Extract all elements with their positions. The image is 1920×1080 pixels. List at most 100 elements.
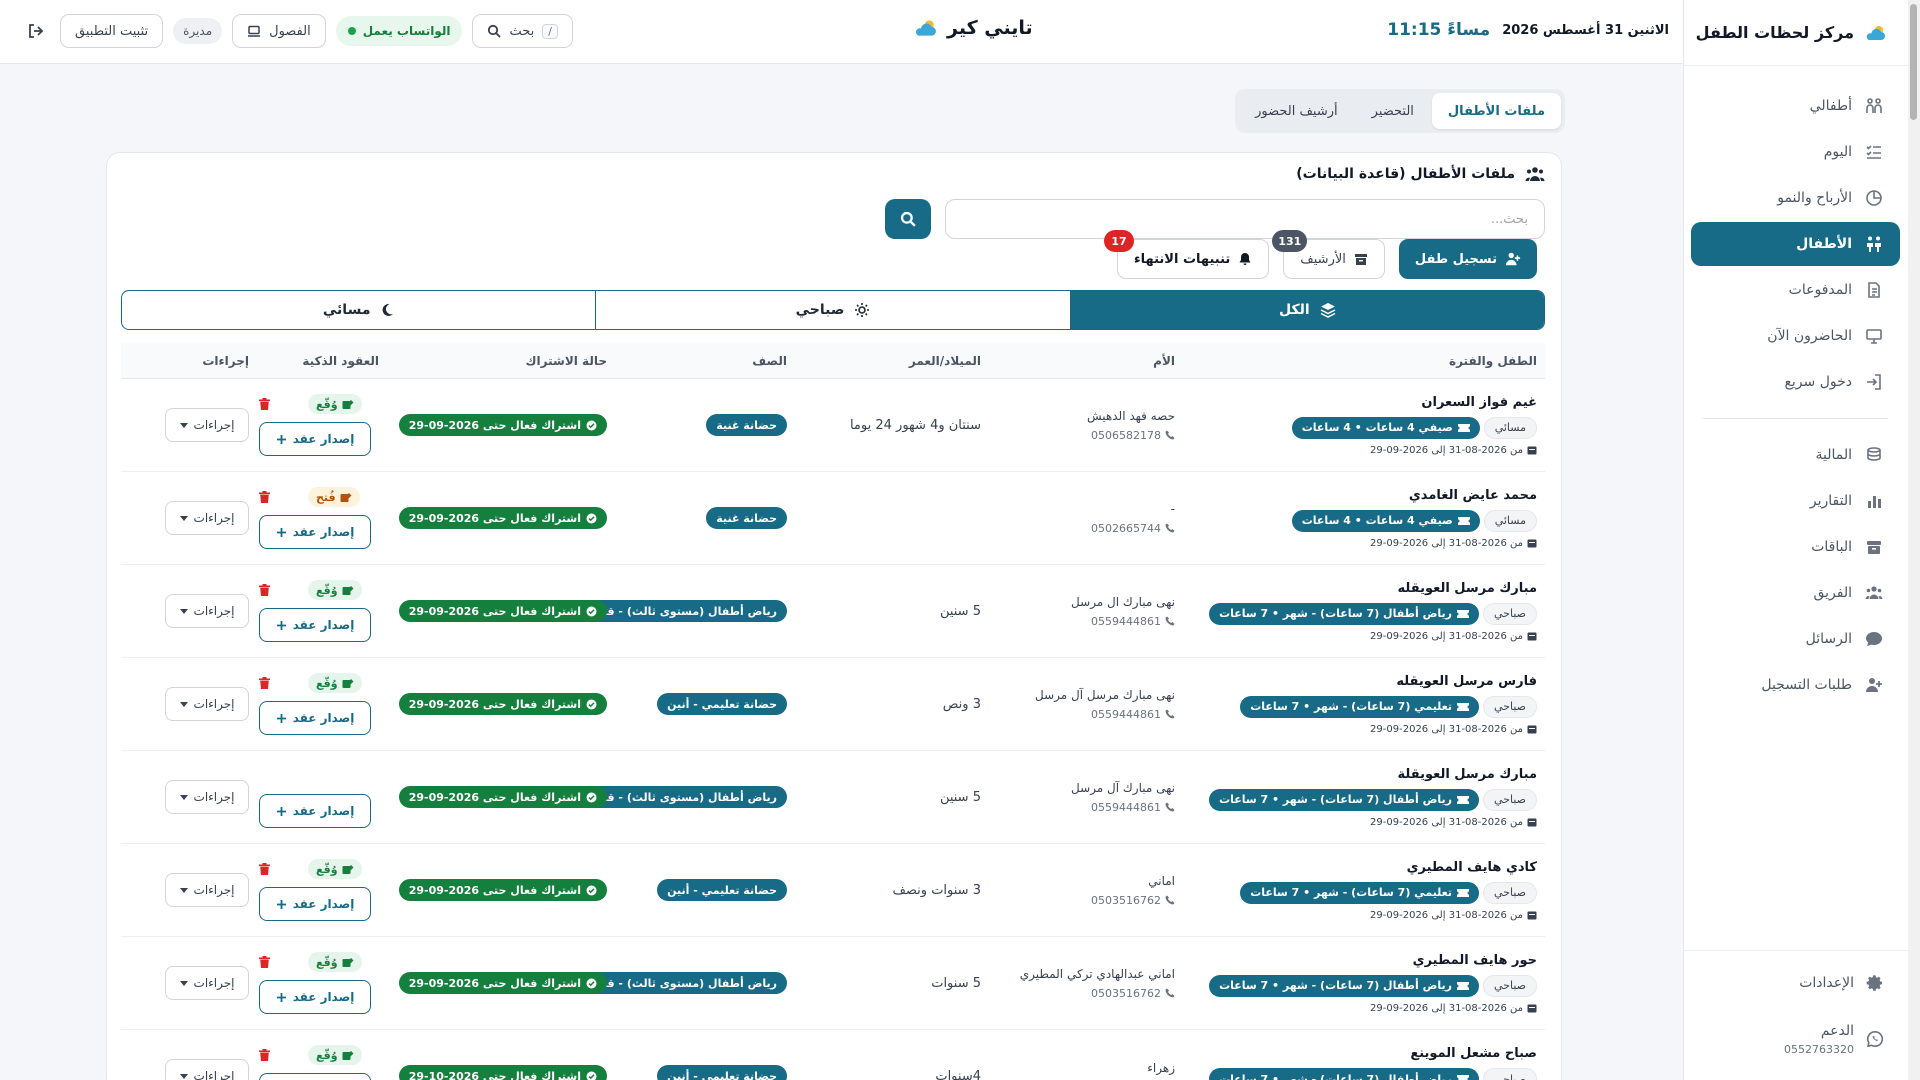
mother-cell: حصه فهد الدهيش 0506582178 — [991, 409, 1185, 442]
child-name[interactable]: غيم فواز السعران — [1185, 395, 1537, 410]
table-row[interactable]: حور هايف المطيري صباحي رياض أطفال (7 ساع… — [121, 937, 1545, 1030]
delete-contract-button[interactable] — [259, 398, 270, 410]
table-row[interactable]: محمد عايض الغامدي مسائي صيفي 4 ساعات • 4… — [121, 472, 1545, 565]
register-child-button[interactable]: تسجيل طفل — [1398, 239, 1537, 279]
table-row[interactable]: فارس مرسل العويقله صباحي تعليمي (7 ساعات… — [121, 658, 1545, 751]
row-actions-label: إجراءات — [193, 1069, 235, 1080]
row-actions-button[interactable]: إجراءات — [165, 594, 249, 628]
phone[interactable]: 0559444861 — [991, 708, 1175, 721]
sidebar-item-today[interactable]: اليوم — [1691, 130, 1900, 174]
archive-button[interactable]: الأرشيف 131 — [1272, 230, 1385, 279]
sidebar-scrollbar[interactable] — [1908, 0, 1920, 1080]
check-circle-icon — [586, 978, 597, 988]
tab-attendance-archive[interactable]: أرشيف الحضور — [1239, 93, 1354, 129]
brand[interactable]: مركز لحظات الطفل — [1683, 0, 1908, 66]
search-button[interactable]: / بحث — [472, 14, 573, 48]
contract-status-badge: وُقّع — [308, 952, 362, 972]
sidebar-item-my-children[interactable]: أطفالي — [1691, 84, 1900, 128]
child-name[interactable]: فارس مرسل العويقله — [1185, 674, 1537, 689]
sidebar-item-messages[interactable]: الرسائل — [1691, 617, 1900, 661]
child-tags: صباحي رياض أطفال (7 ساعات) - شهر • 7 ساع… — [1185, 974, 1537, 997]
sidebar-item-payments[interactable]: المدفوعات — [1691, 268, 1900, 312]
sidebar-item-profits[interactable]: الأرباح والنمو — [1691, 176, 1900, 220]
delete-contract-button[interactable] — [259, 584, 270, 596]
issue-contract-button[interactable]: إصدار عقد — [259, 422, 371, 456]
sidebar-item-packages[interactable]: الباقات — [1691, 525, 1900, 569]
sidebar-scrollbar-thumb[interactable] — [1910, 4, 1917, 120]
sidebar-item-finance[interactable]: المالية — [1691, 433, 1900, 477]
issue-contract-button[interactable]: إصدار عقد — [259, 980, 371, 1014]
phone[interactable]: 0503516762 — [991, 987, 1175, 1000]
phone[interactable]: 0559444861 — [991, 615, 1175, 628]
ticket-icon — [1457, 795, 1470, 804]
child-name[interactable]: كادي هايف المطيري — [1185, 860, 1537, 875]
sidebar-item-support[interactable]: الدعم 0552763320 — [1691, 1011, 1900, 1067]
column-header: إجراءات — [202, 353, 249, 368]
row-actions-button[interactable]: إجراءات — [165, 780, 249, 814]
table-row[interactable]: كادي هايف المطيري صباحي تعليمي (7 ساعات)… — [121, 844, 1545, 937]
sidebar-item-settings[interactable]: الإعدادات — [1691, 963, 1900, 1003]
sidebar-item-registration-requests[interactable]: طلبات التسجيل — [1691, 663, 1900, 707]
issue-contract-button[interactable]: إصدار عقد — [259, 1073, 371, 1080]
tab-attendance-prep[interactable]: التحضير — [1356, 93, 1430, 129]
install-app-button[interactable]: تثبيت التطبيق — [60, 14, 164, 48]
table-row[interactable]: صباح مشعل الموينع صباحي رياض أطفال (7 سا… — [121, 1030, 1545, 1080]
row-actions-button[interactable]: إجراءات — [165, 873, 249, 907]
expiry-alerts-button[interactable]: تنبيهات الانتهاء 17 — [1104, 230, 1270, 279]
calendar-icon — [1527, 539, 1537, 548]
delete-contract-button[interactable] — [259, 491, 270, 503]
sidebar-item-present-now[interactable]: الحاضرون الآن — [1691, 314, 1900, 358]
child-name[interactable]: حور هايف المطيري — [1185, 953, 1537, 968]
child-name[interactable]: مبارك مرسل العويقله — [1185, 581, 1537, 596]
row-actions-button[interactable]: إجراءات — [165, 501, 249, 535]
main-tabs: ملفات الأطفال التحضير أرشيف الحضور — [1235, 89, 1565, 133]
row-actions-button[interactable]: إجراءات — [165, 1059, 249, 1080]
search-input[interactable] — [945, 199, 1545, 239]
delete-contract-button[interactable] — [259, 1049, 270, 1061]
tab-children-files[interactable]: ملفات الأطفال — [1431, 93, 1561, 129]
ticket-icon — [1457, 888, 1470, 897]
shift-filter-evening[interactable]: مسائي — [122, 291, 595, 329]
issue-contract-button[interactable]: إصدار عقد — [259, 701, 371, 735]
child-tags: صباحي رياض أطفال (7 ساعات) - شهر • 7 ساع… — [1185, 602, 1537, 625]
sidebar-item-quick-entry[interactable]: دخول سريع — [1691, 360, 1900, 404]
row-actions-button[interactable]: إجراءات — [165, 408, 249, 442]
table-row[interactable]: غيم فواز السعران مسائي صيفي 4 ساعات • 4 … — [121, 379, 1545, 472]
ticket-icon — [1457, 516, 1470, 525]
issue-contract-button[interactable]: إصدار عقد — [259, 608, 371, 642]
classes-button[interactable]: الفصول — [232, 14, 326, 48]
whatsapp-status[interactable]: الواتساب يعمل — [335, 16, 463, 46]
phone[interactable]: 0502665744 — [991, 522, 1175, 535]
sidebar-item-children[interactable]: الأطفال — [1691, 222, 1900, 266]
sidebar-item-reports[interactable]: التقارير — [1691, 479, 1900, 523]
sidebar-footer: الإعدادات الدعم 0552763320 — [1683, 950, 1908, 1080]
search-submit-button[interactable] — [885, 199, 931, 239]
phone[interactable]: 0503516762 — [991, 894, 1175, 907]
delete-contract-button[interactable] — [259, 956, 270, 968]
phone[interactable]: 0559444861 — [991, 801, 1175, 814]
child-name[interactable]: محمد عايض الغامدي — [1185, 488, 1537, 503]
subscription-status-badge: اشتراك فعال حتى 2026-09-29 — [398, 507, 607, 529]
sidebar-item-team[interactable]: الفريق — [1691, 571, 1900, 615]
logout-button[interactable] — [22, 17, 50, 45]
contracts-cell: وُقّع إصدار عقد — [259, 859, 389, 921]
table-row[interactable]: مبارك مرسل العويقله صباحي رياض أطفال (7 … — [121, 565, 1545, 658]
phone[interactable]: 0506582178 — [991, 429, 1175, 442]
check-circle-icon — [586, 606, 597, 616]
row-actions-button[interactable]: إجراءات — [165, 966, 249, 1000]
child-name[interactable]: مبارك مرسل العويقلة — [1185, 767, 1537, 782]
delete-contract-button[interactable] — [259, 863, 270, 875]
issue-contract-button[interactable]: إصدار عقد — [259, 515, 371, 549]
class-tag: حضانة تعليمي - أنين — [657, 1065, 787, 1080]
archive-box-icon — [1354, 254, 1367, 265]
issue-contract-button[interactable]: إصدار عقد — [259, 794, 371, 828]
issue-contract-button[interactable]: إصدار عقد — [259, 887, 371, 921]
table-row[interactable]: مبارك مرسل العويقلة صباحي رياض أطفال (7 … — [121, 751, 1545, 844]
column-header: حالة الاشتراك — [525, 353, 607, 368]
row-actions-button[interactable]: إجراءات — [165, 687, 249, 721]
shift-filter-all[interactable]: الكل — [1069, 291, 1544, 329]
child-name[interactable]: صباح مشعل الموينع — [1185, 1046, 1537, 1061]
delete-contract-button[interactable] — [259, 677, 270, 689]
shift-filter-morning[interactable]: صباحي — [595, 291, 1069, 329]
age-cell: 5 سنين — [797, 790, 991, 805]
